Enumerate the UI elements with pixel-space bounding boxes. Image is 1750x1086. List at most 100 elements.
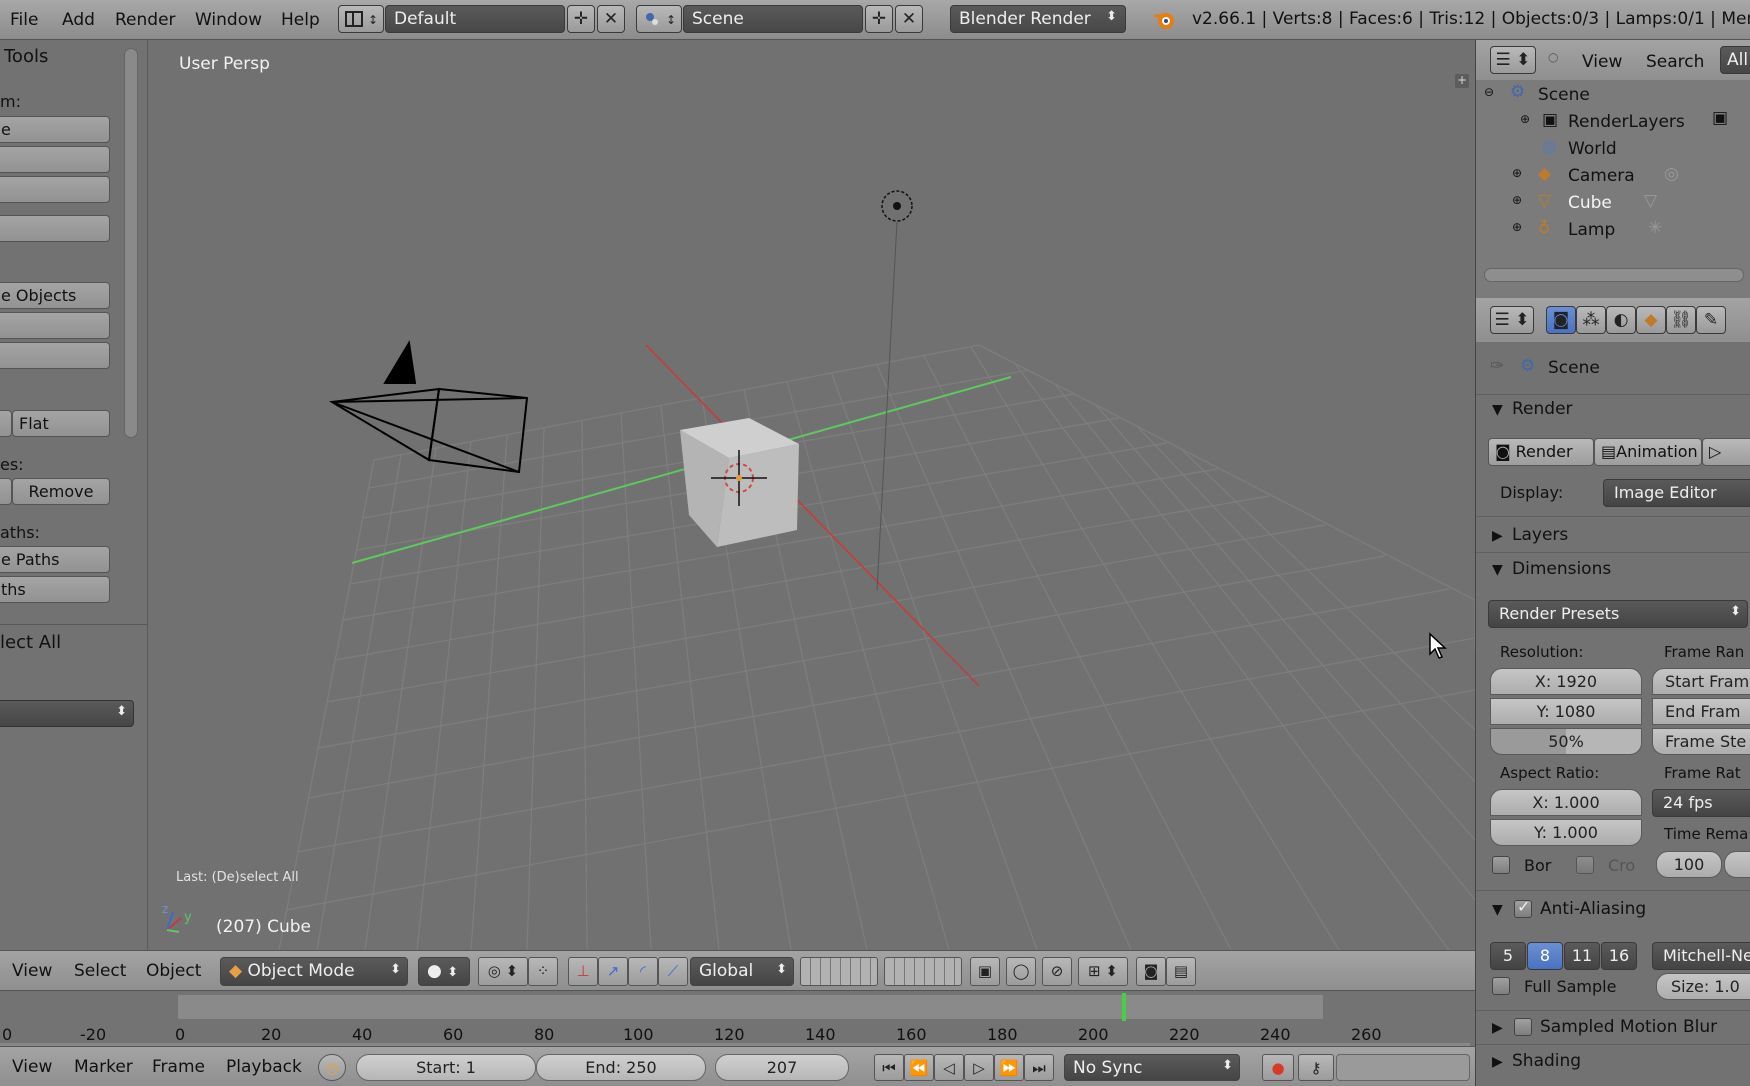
render-image-button[interactable]: ◙ Render bbox=[1488, 438, 1594, 466]
display-mode-select[interactable]: Image Editor bbox=[1603, 479, 1750, 507]
render-layers-context-tab[interactable]: ⁂ bbox=[1576, 306, 1606, 334]
dimensions-panel-title[interactable]: Dimensions bbox=[1512, 559, 1611, 579]
display-mode-select[interactable]: All bbox=[1720, 46, 1750, 74]
aa-samples-8[interactable]: 8 bbox=[1527, 942, 1563, 970]
anti-aliasing-panel-title[interactable]: Anti-Aliasing bbox=[1540, 899, 1646, 919]
outliner-item-camera[interactable]: Camera bbox=[1568, 166, 1635, 186]
transform-orientation-select[interactable]: Global ⬍ bbox=[690, 957, 794, 986]
add-button[interactable] bbox=[0, 478, 12, 505]
motion-blur-panel-title[interactable]: Sampled Motion Blur bbox=[1540, 1017, 1717, 1037]
snap-element-select[interactable]: ⊞ ⬍ bbox=[1078, 957, 1128, 986]
collapse-icon[interactable]: ⊖ bbox=[1484, 85, 1494, 99]
object-context-tab[interactable]: ⛓ bbox=[1666, 306, 1696, 334]
outliner-item-lamp[interactable]: Lamp bbox=[1568, 220, 1615, 240]
clear-paths-button[interactable]: ths bbox=[0, 576, 110, 603]
scene-selector[interactable]: ↕ bbox=[636, 5, 682, 33]
start-frame-field[interactable]: Start Fram bbox=[1652, 668, 1750, 695]
outliner-item-renderlayers[interactable]: RenderLayers bbox=[1568, 112, 1685, 132]
aspect-y-field[interactable]: Y: 1.000 bbox=[1490, 819, 1642, 846]
render-context-tab[interactable]: ◙ bbox=[1546, 306, 1576, 334]
outliner-item-cube[interactable]: Cube bbox=[1568, 193, 1612, 213]
jump-keyframe-back-button[interactable]: ⏪ bbox=[904, 1054, 934, 1081]
action-select[interactable]: ⬍ bbox=[0, 700, 134, 727]
smooth-shading-button[interactable] bbox=[0, 410, 12, 437]
expand-icon[interactable]: ⊕ bbox=[1512, 220, 1522, 234]
layer-buttons-2[interactable] bbox=[884, 957, 962, 986]
start-frame-field[interactable]: Start: 1 bbox=[356, 1054, 536, 1081]
panel-expanded-icon[interactable]: ▼ bbox=[1492, 562, 1503, 578]
panel-expanded-icon[interactable]: ▼ bbox=[1492, 402, 1503, 418]
expand-icon[interactable]: ⊕ bbox=[1512, 166, 1522, 180]
aa-samples-11[interactable]: 11 bbox=[1564, 942, 1600, 970]
proportional-edit-button[interactable]: ◯ bbox=[1006, 957, 1036, 986]
screen-layout-name[interactable]: Default bbox=[385, 5, 565, 33]
end-frame-field[interactable]: End Fram bbox=[1652, 698, 1750, 725]
outliner-view-menu[interactable]: View bbox=[1582, 52, 1622, 72]
menu-window[interactable]: Window bbox=[195, 10, 262, 30]
render-presets-select[interactable]: Render Presets ⬍ bbox=[1488, 600, 1748, 628]
render-engine-select[interactable]: Blender Render ⬍ bbox=[950, 5, 1126, 33]
tool-button-3[interactable] bbox=[0, 176, 110, 203]
tool-button-4[interactable] bbox=[0, 215, 110, 242]
marker-menu[interactable]: Marker bbox=[74, 1057, 133, 1077]
calculate-paths-button[interactable]: e Paths bbox=[0, 546, 110, 573]
3d-viewport[interactable]: User Persp Last: (De)select All y z (207… bbox=[149, 40, 1475, 950]
properties-editor[interactable]: ☰ ⬍ ◙ ⁂ ◐ ◆ ⛓ ✎ ✑ ⚙ Scene ▼ Render ◙ Ren… bbox=[1475, 298, 1750, 1086]
modifier-context-tab[interactable]: ✎ bbox=[1696, 306, 1726, 334]
aspect-x-field[interactable]: X: 1.000 bbox=[1490, 789, 1642, 816]
keying-set-button[interactable]: ⚷ bbox=[1298, 1054, 1334, 1081]
select-menu[interactable]: Select bbox=[74, 961, 126, 981]
delete-scene-button[interactable]: ✕ bbox=[895, 5, 923, 33]
play-rendered-button[interactable]: ▷ bbox=[1702, 438, 1750, 466]
record-button[interactable]: ● bbox=[1262, 1054, 1294, 1081]
jump-keyframe-forward-button[interactable]: ⏩ bbox=[994, 1054, 1024, 1081]
panel-collapsed-icon[interactable]: ▶ bbox=[1492, 1020, 1503, 1036]
screen-layout-selector[interactable]: ↕ bbox=[338, 5, 384, 33]
outliner-item-world[interactable]: World bbox=[1568, 139, 1617, 159]
join-objects-button[interactable]: e Objects bbox=[0, 282, 110, 309]
sync-mode-select[interactable]: No Sync ⬍ bbox=[1064, 1054, 1240, 1081]
panel-expanded-icon[interactable]: ▼ bbox=[1492, 902, 1503, 918]
resolution-x-field[interactable]: X: 1920 bbox=[1490, 668, 1642, 695]
add-layout-button[interactable]: ✛ bbox=[567, 5, 595, 33]
tool-button-5[interactable] bbox=[0, 312, 110, 339]
lamp-object[interactable] bbox=[876, 190, 913, 591]
current-frame-field[interactable]: 207 bbox=[715, 1054, 849, 1081]
outliner-scrollbar[interactable] bbox=[1484, 268, 1744, 282]
full-sample-checkbox[interactable] bbox=[1492, 977, 1510, 995]
editor-type-select[interactable]: ☰ ⬍ bbox=[1490, 46, 1536, 74]
editor-type-select[interactable]: ☰ ⬍ bbox=[1490, 306, 1534, 334]
outliner-search-menu[interactable]: Search bbox=[1646, 52, 1704, 72]
time-remap-old-field[interactable]: 100 bbox=[1656, 851, 1722, 878]
filter-size-field[interactable]: Size: 1.0 bbox=[1656, 973, 1750, 1000]
playback-menu[interactable]: Playback bbox=[226, 1057, 302, 1077]
panel-collapsed-icon[interactable]: ▶ bbox=[1492, 528, 1503, 544]
mode-select[interactable]: ◆ Object Mode ⬍ bbox=[220, 957, 408, 986]
aa-samples-16[interactable]: 16 bbox=[1601, 942, 1637, 970]
render-anim-button[interactable]: ▤ bbox=[1166, 957, 1196, 986]
manipulator-toggle[interactable]: ⁘ bbox=[528, 957, 558, 986]
properties-panel-toggle-icon[interactable]: + bbox=[1455, 74, 1469, 88]
delete-layout-button[interactable]: ✕ bbox=[597, 5, 625, 33]
object-menu[interactable]: Object bbox=[146, 961, 201, 981]
move-manipulator[interactable]: ↗ bbox=[598, 957, 628, 986]
layer-buttons-1[interactable] bbox=[800, 957, 878, 986]
jump-end-button[interactable]: ⏭ bbox=[1024, 1054, 1054, 1081]
timeline-view-menu[interactable]: View bbox=[12, 1057, 52, 1077]
frame-step-field[interactable]: Frame Ste bbox=[1652, 728, 1750, 755]
scale-manipulator[interactable]: ⟋ bbox=[658, 957, 688, 986]
pin-icon[interactable]: ✑ bbox=[1490, 356, 1504, 376]
menu-file[interactable]: File bbox=[10, 10, 38, 30]
preview-range-toggle[interactable]: ◷ bbox=[318, 1054, 346, 1081]
tool-shelf-scrollbar[interactable] bbox=[124, 48, 138, 438]
time-remap-new-field[interactable] bbox=[1724, 851, 1750, 878]
camera-object[interactable] bbox=[328, 340, 529, 474]
frame-menu[interactable]: Frame bbox=[152, 1057, 205, 1077]
outliner-editor[interactable]: ☰ ⬍ ○ View Search All ⊖ ⚙ Scene ⊕ ▣ Rend… bbox=[1475, 40, 1750, 298]
render-panel-title[interactable]: Render bbox=[1512, 399, 1573, 419]
rotate-manipulator[interactable]: ◜ bbox=[628, 957, 658, 986]
crop-checkbox[interactable] bbox=[1576, 856, 1594, 874]
end-frame-field[interactable]: End: 250 bbox=[536, 1054, 706, 1081]
menu-add[interactable]: Add bbox=[62, 10, 95, 30]
frame-rate-select[interactable]: 24 fps bbox=[1652, 789, 1750, 817]
